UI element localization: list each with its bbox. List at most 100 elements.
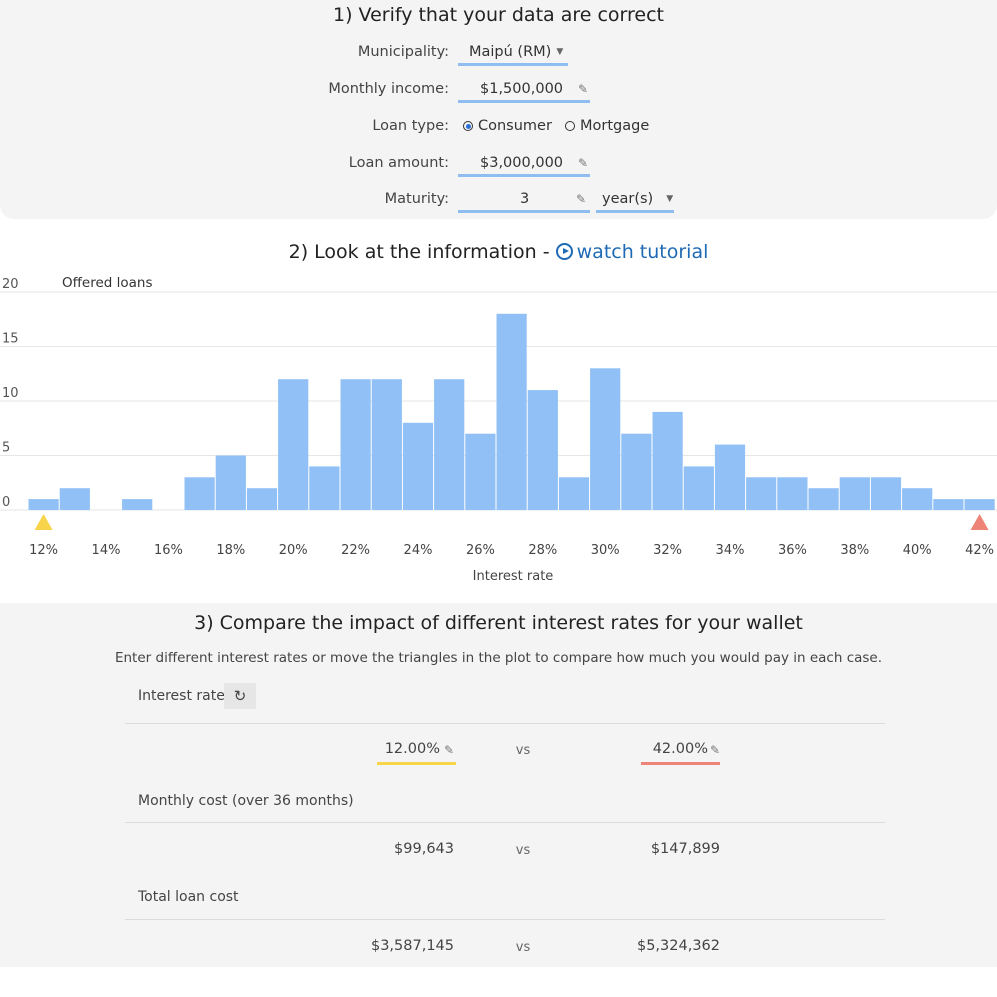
municipality-value: Maipú (RM) bbox=[469, 43, 552, 60]
x-tick-label: 24% bbox=[404, 543, 433, 558]
rate-b-value: 42.00% bbox=[652, 741, 708, 757]
x-axis-label: Interest rate bbox=[473, 569, 554, 584]
refresh-button[interactable]: ↻ bbox=[224, 683, 256, 709]
histogram-bar bbox=[683, 466, 714, 510]
rate-b-triangle-handle[interactable] bbox=[970, 514, 989, 530]
x-tick-label: 18% bbox=[216, 543, 245, 558]
chevron-down-icon: ▼ bbox=[556, 46, 564, 57]
section1-title: 1) Verify that your data are correct bbox=[333, 4, 664, 26]
x-tick-label: 32% bbox=[653, 543, 682, 558]
monthly-cost-label: Monthly cost (over 36 months) bbox=[138, 793, 354, 809]
consumer-label: Consumer bbox=[478, 118, 552, 134]
watch-tutorial-link[interactable]: watch tutorial bbox=[555, 241, 709, 263]
x-tick-label: 42% bbox=[965, 543, 994, 558]
histogram-bar bbox=[652, 411, 683, 510]
histogram-bar bbox=[839, 477, 870, 510]
histogram-bar bbox=[122, 499, 153, 510]
maturity-value: 3 bbox=[520, 190, 530, 207]
play-circle-icon bbox=[555, 243, 573, 260]
histogram-bar bbox=[746, 477, 777, 510]
radio-unselected-icon bbox=[565, 121, 575, 131]
x-tick-label: 40% bbox=[903, 543, 932, 558]
histogram-bar bbox=[434, 379, 465, 510]
histogram-bar bbox=[246, 488, 278, 510]
histogram-bar bbox=[558, 477, 590, 510]
maturity-field[interactable]: 3 ✎ bbox=[458, 187, 590, 213]
section3-subtitle: Enter different interest rates or move t… bbox=[114, 650, 883, 666]
loan-amount-value: $3,000,000 bbox=[480, 154, 564, 171]
rate-b-field[interactable]: 42.00% bbox=[620, 741, 708, 757]
histogram-bar bbox=[808, 488, 839, 510]
section2-title-text: 2) Look at the information - bbox=[288, 241, 556, 263]
offered-loans-chart: 0 5 10 15 20 Offered loans 12% 14% 16% 18% 20% 22% 2… bbox=[0, 275, 997, 584]
tutorial-link-label: watch tutorial bbox=[576, 241, 709, 263]
loan-type-label: Loan type: bbox=[372, 118, 449, 134]
x-tick-label: 30% bbox=[591, 543, 620, 558]
x-tick-label: 22% bbox=[341, 543, 370, 558]
pencil-icon: ✎ bbox=[444, 743, 455, 757]
divider bbox=[125, 822, 885, 823]
loan-amount-field[interactable]: $3,000,000 ✎ bbox=[458, 151, 590, 177]
x-tick-label: 14% bbox=[92, 543, 121, 558]
vs-label: vs bbox=[515, 743, 531, 758]
total-cost-label: Total loan cost bbox=[138, 889, 239, 905]
income-value: $1,500,000 bbox=[480, 80, 564, 97]
histogram-bar bbox=[964, 499, 995, 510]
maturity-label: Maturity: bbox=[384, 191, 449, 207]
rate-a-field[interactable]: 12.00% bbox=[360, 741, 440, 757]
x-tick-label: 38% bbox=[840, 543, 869, 558]
y-tick-label: 15 bbox=[2, 332, 19, 347]
municipality-select[interactable]: Maipú (RM) ▼ bbox=[458, 40, 568, 66]
histogram-bar bbox=[777, 477, 808, 510]
radio-consumer[interactable]: Consumer bbox=[463, 118, 552, 134]
rate-a-underline bbox=[377, 762, 456, 765]
histogram-bar bbox=[902, 488, 933, 510]
histogram-bar bbox=[215, 455, 246, 510]
radio-selected-icon bbox=[463, 121, 473, 131]
divider bbox=[125, 723, 885, 724]
radio-mortgage[interactable]: Mortgage bbox=[565, 118, 649, 134]
municipality-label: Municipality: bbox=[357, 44, 449, 60]
rate-a-triangle-handle[interactable] bbox=[34, 514, 53, 530]
histogram-bar bbox=[278, 379, 309, 510]
histogram-bar bbox=[184, 477, 215, 510]
y-tick-label: 0 bbox=[2, 495, 10, 510]
histogram-bar bbox=[59, 488, 90, 510]
histogram-bar bbox=[371, 379, 402, 510]
income-label: Monthly income: bbox=[328, 81, 449, 97]
x-tick-label: 34% bbox=[716, 543, 745, 558]
income-field[interactable]: $1,500,000 ✎ bbox=[458, 77, 590, 103]
maturity-unit-select[interactable]: year(s) ▼ bbox=[596, 187, 674, 213]
x-tick-label: 36% bbox=[778, 543, 807, 558]
vs-label: vs bbox=[515, 940, 531, 955]
monthly-cost-a: $99,643 bbox=[394, 841, 454, 857]
x-tick-label: 28% bbox=[528, 543, 557, 558]
vs-label: vs bbox=[515, 843, 531, 858]
pencil-icon: ✎ bbox=[578, 81, 589, 96]
maturity-unit-value: year(s) bbox=[602, 190, 654, 207]
histogram-bar bbox=[527, 390, 558, 510]
pencil-icon: ✎ bbox=[578, 155, 589, 170]
pencil-icon: ✎ bbox=[710, 743, 721, 757]
section2-title: 2) Look at the information - watch tutor… bbox=[0, 241, 997, 263]
histogram-bar bbox=[714, 444, 746, 510]
histogram-bar bbox=[402, 422, 434, 510]
histogram-bar bbox=[28, 499, 59, 510]
total-cost-a: $3,587,145 bbox=[370, 938, 454, 954]
histogram-bar bbox=[496, 313, 527, 510]
x-tick-label: 26% bbox=[466, 543, 495, 558]
section3-title: 3) Compare the impact of different inter… bbox=[194, 612, 803, 634]
chart-title: Offered loans bbox=[62, 275, 153, 291]
pencil-icon: ✎ bbox=[576, 191, 587, 206]
rate-b-underline bbox=[641, 762, 720, 765]
refresh-icon: ↻ bbox=[233, 687, 247, 705]
histogram-bar bbox=[309, 466, 340, 510]
y-tick-label: 10 bbox=[2, 386, 19, 401]
histogram-bar bbox=[465, 433, 496, 510]
y-tick-label: 20 bbox=[2, 277, 19, 292]
mortgage-label: Mortgage bbox=[580, 118, 650, 134]
y-tick-label: 5 bbox=[2, 441, 10, 456]
histogram-bar bbox=[933, 499, 964, 510]
rate-a-value: 12.00% bbox=[384, 741, 440, 757]
interest-rate-label: Interest rate bbox=[138, 688, 225, 704]
